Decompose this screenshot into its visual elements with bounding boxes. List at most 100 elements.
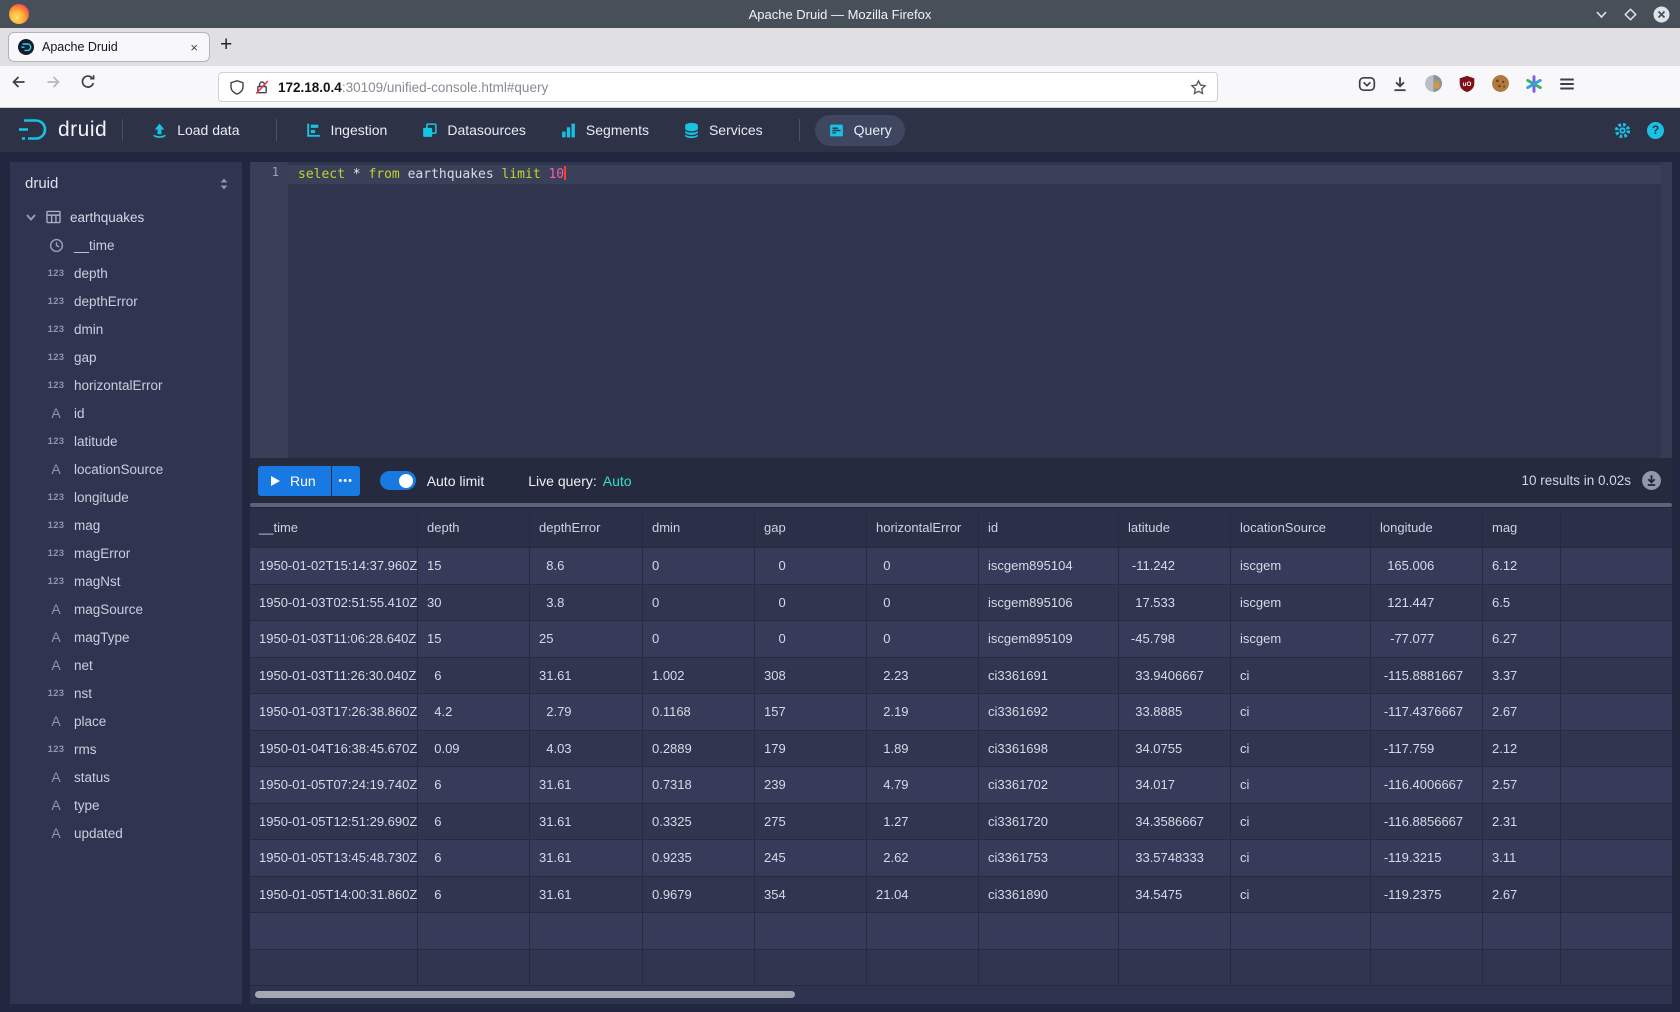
table-cell[interactable]: 308 xyxy=(755,658,867,695)
table-cell[interactable]: 275 xyxy=(755,804,867,841)
table-cell[interactable]: 0.9679 xyxy=(643,877,755,914)
table-cell[interactable]: 1950-01-05T14:00:31.860Z xyxy=(250,877,418,914)
schema-column-longitude[interactable]: 123longitude xyxy=(10,483,242,511)
table-cell[interactable]: 239 xyxy=(755,767,867,804)
table-cell[interactable]: 0.1168 xyxy=(643,694,755,731)
forward-icon[interactable] xyxy=(45,74,62,90)
table-cell[interactable]: ci3361753 xyxy=(979,840,1119,877)
table-cell[interactable]: 2.79 xyxy=(530,694,643,731)
table-cell[interactable]: 6.27 xyxy=(1483,621,1561,658)
nav-item-load-data[interactable]: Load data xyxy=(138,115,252,146)
table-cell[interactable]: 34.0755 xyxy=(1119,731,1231,768)
table-cell[interactable]: iscgem xyxy=(1231,585,1371,622)
minimize-icon[interactable] xyxy=(1595,8,1608,21)
table-cell[interactable]: 21.04 xyxy=(867,877,979,914)
table-cell[interactable]: 2.19 xyxy=(867,694,979,731)
table-cell[interactable]: 0.2889 xyxy=(643,731,755,768)
table-cell[interactable]: 0 xyxy=(643,585,755,622)
schema-column-magNst[interactable]: 123magNst xyxy=(10,567,242,595)
column-header-dmin[interactable]: dmin xyxy=(643,508,755,548)
table-cell[interactable]: 15 xyxy=(418,621,530,658)
chevron-down-icon[interactable] xyxy=(25,211,37,223)
schema-column-nst[interactable]: 123nst xyxy=(10,679,242,707)
table-cell[interactable]: 2.57 xyxy=(1483,767,1561,804)
table-cell[interactable]: ci3361691 xyxy=(979,658,1119,695)
reload-icon[interactable] xyxy=(80,74,96,90)
menu-icon[interactable] xyxy=(1558,75,1576,93)
table-cell[interactable]: ci xyxy=(1231,877,1371,914)
tracking-shield-icon[interactable] xyxy=(229,79,245,96)
schema-selector[interactable]: druid xyxy=(10,162,242,203)
table-cell[interactable]: ci3361720 xyxy=(979,804,1119,841)
url-bar[interactable]: 172.18.0.4:30109/unified-console.html#qu… xyxy=(218,72,1218,102)
schema-column-magType[interactable]: AmagType xyxy=(10,623,242,651)
schema-column-__time[interactable]: __time xyxy=(10,231,242,259)
table-cell[interactable]: ci3361702 xyxy=(979,767,1119,804)
query-editor[interactable]: 1 select * from earthquakes limit 10 xyxy=(250,162,1672,458)
table-cell[interactable]: 2.67 xyxy=(1483,877,1561,914)
table-cell[interactable]: 1950-01-03T17:26:38.860Z xyxy=(250,694,418,731)
schema-column-depth[interactable]: 123depth xyxy=(10,259,242,287)
run-more-button[interactable]: ••• xyxy=(332,466,360,496)
table-cell[interactable]: 1950-01-03T11:26:30.040Z xyxy=(250,658,418,695)
table-cell[interactable]: 0 xyxy=(867,621,979,658)
table-cell[interactable]: 245 xyxy=(755,840,867,877)
nav-item-datasources[interactable]: Datasources xyxy=(408,115,539,146)
table-cell[interactable]: 0.09 xyxy=(418,731,530,768)
sql-line[interactable]: select * from earthquakes limit 10 xyxy=(288,165,1661,184)
download-results-icon[interactable] xyxy=(1641,470,1662,491)
table-cell[interactable]: 121.447 xyxy=(1371,585,1483,622)
panel-splitter[interactable] xyxy=(250,503,1672,507)
table-cell[interactable]: 1950-01-04T16:38:45.670Z xyxy=(250,731,418,768)
table-cell[interactable]: ci xyxy=(1231,840,1371,877)
column-header-mag[interactable]: mag xyxy=(1483,508,1561,548)
schema-column-status[interactable]: Astatus xyxy=(10,763,242,791)
table-cell[interactable]: 31.61 xyxy=(530,658,643,695)
maximize-icon[interactable] xyxy=(1624,8,1637,21)
schema-column-locationSource[interactable]: AlocationSource xyxy=(10,455,242,483)
table-cell[interactable]: 1.002 xyxy=(643,658,755,695)
editor-scrollbar[interactable] xyxy=(1661,162,1672,458)
schema-column-dmin[interactable]: 123dmin xyxy=(10,315,242,343)
table-cell[interactable]: 1.89 xyxy=(867,731,979,768)
table-cell[interactable]: 2.12 xyxy=(1483,731,1561,768)
table-cell[interactable]: 6.12 xyxy=(1483,548,1561,585)
schema-column-place[interactable]: Aplace xyxy=(10,707,242,735)
close-icon[interactable] xyxy=(1653,6,1670,23)
table-cell[interactable]: 31.61 xyxy=(530,840,643,877)
schema-column-magError[interactable]: 123magError xyxy=(10,539,242,567)
table-cell[interactable]: 15 xyxy=(418,548,530,585)
table-cell[interactable]: -11.242 xyxy=(1119,548,1231,585)
table-cell[interactable]: 0.7318 xyxy=(643,767,755,804)
new-tab-button[interactable]: + xyxy=(220,33,232,57)
table-cell[interactable]: 2.67 xyxy=(1483,694,1561,731)
table-cell[interactable]: 1.27 xyxy=(867,804,979,841)
schema-column-rms[interactable]: 123rms xyxy=(10,735,242,763)
table-cell[interactable]: ci3361698 xyxy=(979,731,1119,768)
schema-column-type[interactable]: Atype xyxy=(10,791,242,819)
table-cell[interactable]: 3.11 xyxy=(1483,840,1561,877)
nav-item-ingestion[interactable]: Ingestion xyxy=(292,115,401,146)
table-cell[interactable]: -115.8881667 xyxy=(1371,658,1483,695)
table-cell[interactable]: -117.759 xyxy=(1371,731,1483,768)
column-header-latitude[interactable]: latitude xyxy=(1119,508,1231,548)
column-header-longitude[interactable]: longitude xyxy=(1371,508,1483,548)
table-cell[interactable]: 2.23 xyxy=(867,658,979,695)
table-cell[interactable]: 2.62 xyxy=(867,840,979,877)
tab-close-icon[interactable]: × xyxy=(188,40,200,55)
schema-column-gap[interactable]: 123gap xyxy=(10,343,242,371)
table-cell[interactable]: -45.798 xyxy=(1119,621,1231,658)
table-cell[interactable]: 0 xyxy=(643,548,755,585)
table-cell[interactable]: 0 xyxy=(755,585,867,622)
table-cell[interactable]: -77.077 xyxy=(1371,621,1483,658)
asterisk-extension-icon[interactable] xyxy=(1525,75,1543,93)
column-header-__time[interactable]: __time xyxy=(250,508,418,548)
table-cell[interactable]: 17.533 xyxy=(1119,585,1231,622)
table-cell[interactable]: 0 xyxy=(867,585,979,622)
table-cell[interactable]: 157 xyxy=(755,694,867,731)
table-cell[interactable]: 3.8 xyxy=(530,585,643,622)
bookmark-star-icon[interactable] xyxy=(1190,79,1207,96)
table-cell[interactable]: 1950-01-05T12:51:29.690Z xyxy=(250,804,418,841)
table-cell[interactable]: 34.3586667 xyxy=(1119,804,1231,841)
table-cell[interactable]: -116.8856667 xyxy=(1371,804,1483,841)
